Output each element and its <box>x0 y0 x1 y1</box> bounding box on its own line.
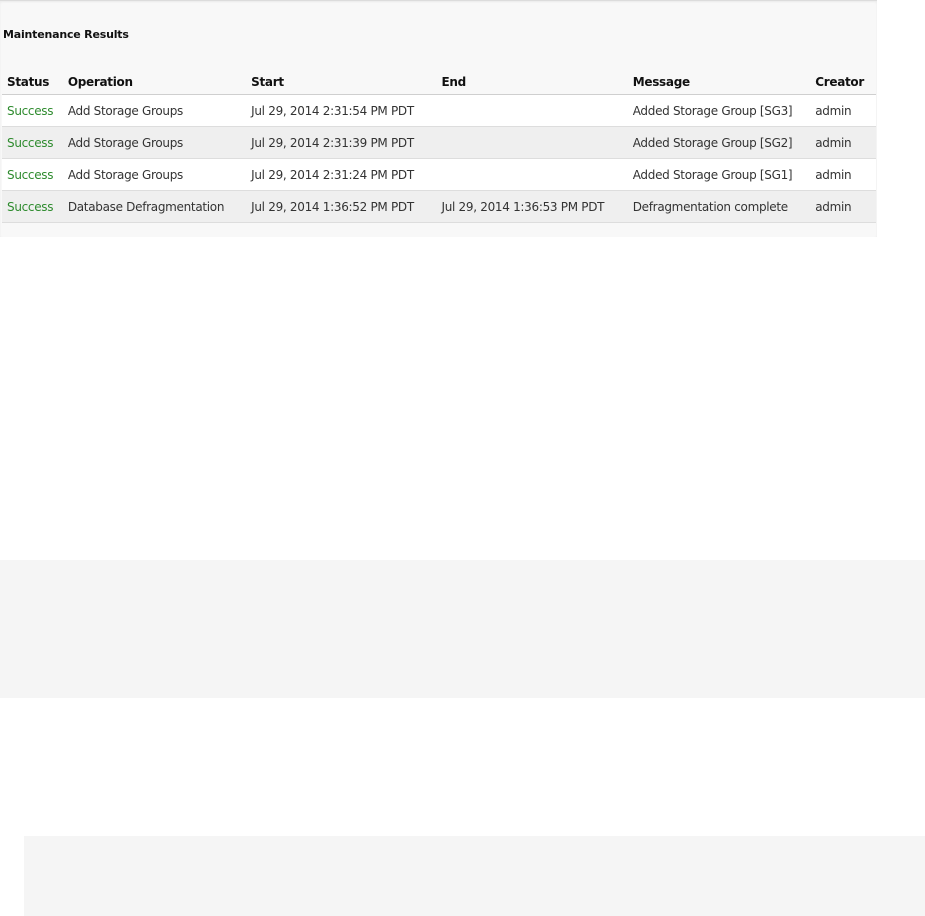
creator-cell: admin <box>810 94 876 127</box>
end-cell <box>436 94 628 127</box>
operation-cell: Database Defragmentation <box>62 190 247 223</box>
column-header-message[interactable]: Message <box>627 69 811 95</box>
table-row[interactable]: Success Add Storage Groups Jul 29, 2014 … <box>2 158 876 191</box>
table-row[interactable]: Success Database Defragmentation Jul 29,… <box>2 190 876 223</box>
table-row[interactable]: Success Add Storage Groups Jul 29, 2014 … <box>2 126 876 159</box>
start-cell: Jul 29, 2014 2:31:39 PM PDT <box>246 126 437 159</box>
status-cell: Success <box>2 158 63 191</box>
column-header-status[interactable]: Status <box>2 69 63 95</box>
start-cell: Jul 29, 2014 2:31:24 PM PDT <box>246 158 437 191</box>
column-header-operation[interactable]: Operation <box>62 69 247 95</box>
column-header-creator[interactable]: Creator <box>810 69 876 95</box>
message-cell: Defragmentation complete <box>627 190 811 223</box>
message-cell: Added Storage Group [SG3] <box>627 94 811 127</box>
end-cell <box>436 126 628 159</box>
column-header-start[interactable]: Start <box>246 69 437 95</box>
end-cell <box>436 158 628 191</box>
table-header-row: Status Operation Start End Message Creat… <box>2 69 876 95</box>
column-header-end[interactable]: End <box>436 69 628 95</box>
creator-cell: admin <box>810 190 876 223</box>
panel-title: Maintenance Results <box>3 28 129 41</box>
status-cell: Success <box>2 126 63 159</box>
empty-content-panel <box>24 836 925 916</box>
empty-content-panel <box>0 560 925 698</box>
start-cell: Jul 29, 2014 1:36:52 PM PDT <box>246 190 437 223</box>
table-row[interactable]: Success Add Storage Groups Jul 29, 2014 … <box>2 94 876 127</box>
start-cell: Jul 29, 2014 2:31:54 PM PDT <box>246 94 437 127</box>
status-cell: Success <box>2 190 63 223</box>
operation-cell: Add Storage Groups <box>62 94 247 127</box>
end-cell: Jul 29, 2014 1:36:53 PM PDT <box>436 190 628 223</box>
creator-cell: admin <box>810 158 876 191</box>
maintenance-results-table: Status Operation Start End Message Creat… <box>2 69 876 223</box>
status-cell: Success <box>2 94 63 127</box>
operation-cell: Add Storage Groups <box>62 126 247 159</box>
creator-cell: admin <box>810 126 876 159</box>
operation-cell: Add Storage Groups <box>62 158 247 191</box>
message-cell: Added Storage Group [SG2] <box>627 126 811 159</box>
message-cell: Added Storage Group [SG1] <box>627 158 811 191</box>
maintenance-results-panel: Maintenance Results Status Operation Sta… <box>0 0 877 237</box>
